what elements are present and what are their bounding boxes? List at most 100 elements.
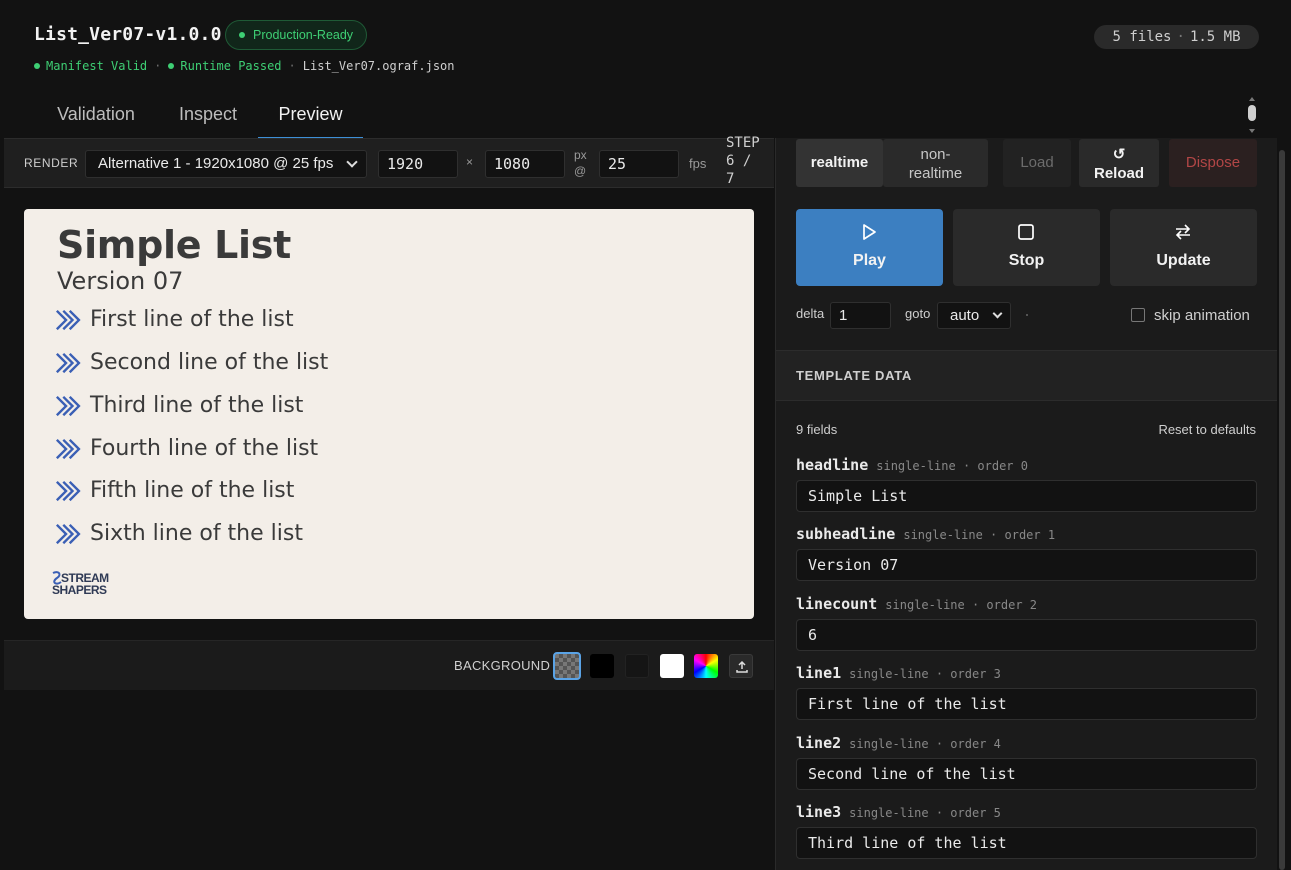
field-name: subheadline — [796, 525, 896, 543]
field-meta: single-line · order 5 — [849, 806, 1001, 820]
swap-arrows-icon — [1175, 224, 1191, 240]
fps-label: fps — [689, 156, 707, 171]
scroll-down-arrow-icon[interactable] — [1249, 129, 1255, 133]
tab-preview[interactable]: Preview — [258, 94, 363, 138]
realtime-button[interactable]: realtime — [796, 139, 883, 187]
goto-value: auto — [950, 307, 980, 324]
update-button[interactable]: Update — [1110, 209, 1257, 286]
preview-canvas: Simple List Version 07 First line of the… — [24, 209, 754, 619]
chevron-down-icon — [992, 308, 1003, 319]
field-name: line2 — [796, 734, 842, 752]
field-name: line3 — [796, 803, 842, 821]
line1-input[interactable]: First line of the list — [796, 688, 1257, 720]
stop-icon — [1018, 224, 1034, 240]
control-panel: realtime non-realtime Load ↺ Reload Disp… — [775, 138, 1277, 870]
play-label: Play — [853, 252, 886, 269]
validation-status-line: Manifest Valid · Runtime Passed · List_Ver07… — [34, 59, 455, 73]
manifest-valid-status: Manifest Valid — [46, 59, 148, 73]
upload-icon — [736, 660, 748, 673]
list-item-text: Fourth line of the list — [90, 436, 319, 461]
double-chevron-icon — [55, 309, 81, 331]
files-size: 1.5 MB — [1189, 29, 1241, 45]
field-meta: single-line · order 1 — [903, 528, 1056, 542]
render-alternative-select[interactable]: Alternative 1 - 1920x1080 @ 25 fps — [85, 150, 367, 178]
preview-subheadline: Version 07 — [57, 267, 184, 295]
badge-label: Production-Ready — [253, 28, 354, 42]
scroll-up-arrow-icon[interactable] — [1249, 97, 1255, 101]
template-data-title: TEMPLATE DATA — [796, 368, 912, 383]
subheadline-input[interactable]: Version 07 — [796, 549, 1257, 581]
template-data-header: TEMPLATE DATA — [776, 350, 1277, 401]
reset-to-defaults-link[interactable]: Reset to defaults — [1158, 422, 1256, 437]
header-bar: List_Ver07-v1.0.0 Production-Ready Manif… — [0, 0, 1291, 138]
field-name: line1 — [796, 664, 842, 682]
field-name: headline — [796, 456, 869, 474]
runtime-passed-status: Runtime Passed — [180, 59, 282, 73]
background-upload-button[interactable] — [729, 654, 753, 678]
times-sign: × — [466, 155, 474, 169]
list-item-text: Second line of the list — [90, 350, 329, 375]
background-color-picker-swatch[interactable] — [694, 654, 718, 678]
status-dot-icon — [239, 31, 245, 38]
double-chevron-icon — [55, 480, 81, 502]
field-headline: headline single-line · order 0 Simple Lis… — [796, 456, 1257, 512]
load-button[interactable]: Load — [1003, 139, 1071, 187]
reload-label: Reload — [1093, 165, 1144, 182]
files-count: 5 files — [1112, 29, 1172, 45]
step-indicator: STEP 6 / 7 — [726, 134, 766, 188]
dispose-button[interactable]: Dispose — [1169, 139, 1257, 187]
render-label: RENDER — [24, 156, 79, 170]
non-realtime-button[interactable]: non-realtime — [883, 139, 988, 187]
background-checker-swatch[interactable] — [553, 652, 581, 680]
field-count: 9 fields — [796, 422, 838, 437]
panel-scrollbar[interactable] — [1279, 150, 1285, 870]
play-button[interactable]: Play — [796, 209, 943, 286]
skip-animation-checkbox[interactable] — [1131, 308, 1145, 322]
render-alternative-value: Alternative 1 - 1920x1080 @ 25 fps — [98, 155, 334, 172]
header-scrollbar[interactable] — [1248, 97, 1256, 135]
field-line3: line3 single-line · order 5 Third line of… — [796, 803, 1257, 859]
scrollbar-thumb[interactable] — [1248, 105, 1256, 121]
separator: · — [288, 59, 296, 73]
skip-animation-label[interactable]: skip animation — [1154, 307, 1250, 324]
field-meta: single-line · order 2 — [885, 598, 1037, 612]
package-title: List_Ver07-v1.0.0 — [34, 24, 222, 45]
background-black-swatch[interactable] — [590, 654, 614, 678]
field-line2: line2 single-line · order 4 Second line o… — [796, 734, 1257, 790]
preview-empty-area — [4, 690, 774, 870]
status-dot-icon — [34, 62, 40, 69]
linecount-input[interactable]: 6 — [796, 619, 1257, 651]
tab-inspect[interactable]: Inspect — [158, 94, 258, 138]
render-height-input[interactable]: 1080 — [485, 150, 565, 178]
list-item-text: First line of the list — [90, 307, 294, 332]
headline-input[interactable]: Simple List — [796, 480, 1257, 512]
background-bar: BACKGROUND — [4, 640, 774, 690]
step-value: 6 / 7 — [726, 153, 752, 187]
reload-button[interactable]: ↺ Reload — [1079, 139, 1159, 187]
production-ready-badge: Production-Ready — [225, 20, 368, 50]
render-width-input[interactable]: 1920 — [378, 150, 458, 178]
field-subheadline: subheadline single-line · order 1 Version… — [796, 525, 1257, 581]
separator: · — [154, 59, 162, 73]
separator: · — [1176, 29, 1185, 45]
scrollbar-thumb[interactable] — [1279, 150, 1285, 870]
line2-input[interactable]: Second line of the list — [796, 758, 1257, 790]
manifest-filename: List_Ver07.ograf.json — [302, 59, 455, 73]
field-line1: line1 single-line · order 3 First line of… — [796, 664, 1257, 720]
stop-button[interactable]: Stop — [953, 209, 1100, 286]
background-dark-swatch[interactable] — [625, 654, 649, 678]
delta-input[interactable]: 1 — [830, 302, 891, 329]
divider-dot — [1026, 314, 1028, 316]
goto-select[interactable]: auto — [937, 302, 1011, 329]
tab-validation[interactable]: Validation — [34, 94, 158, 138]
status-dot-icon — [168, 62, 175, 69]
field-meta: single-line · order 3 — [849, 667, 1001, 681]
update-label: Update — [1156, 252, 1211, 269]
fps-input[interactable]: 25 — [599, 150, 679, 178]
goto-label: goto — [905, 306, 931, 321]
background-white-swatch[interactable] — [660, 654, 684, 678]
double-chevron-icon — [55, 352, 81, 374]
render-settings-bar: RENDER Alternative 1 - 1920x1080 @ 25 fp… — [4, 135, 774, 188]
line3-input[interactable]: Third line of the list — [796, 827, 1257, 859]
list-item-text: Sixth line of the list — [90, 521, 303, 546]
